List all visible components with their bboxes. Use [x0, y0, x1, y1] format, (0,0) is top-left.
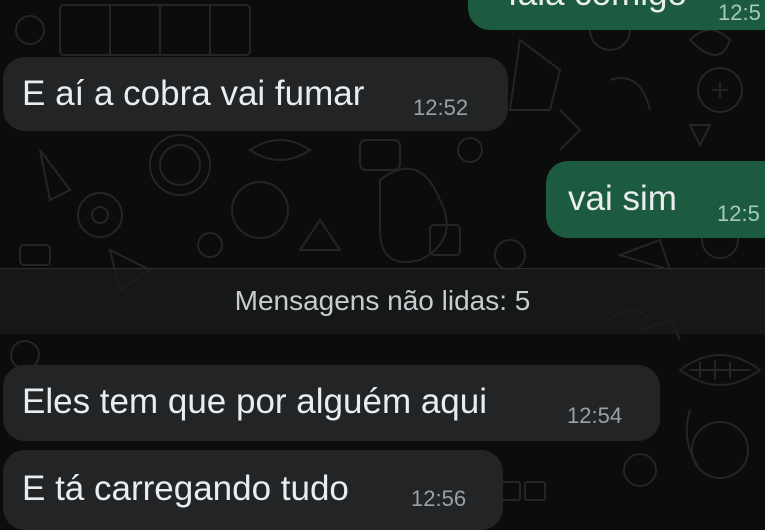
message-bubble-incoming[interactable]: E aí a cobra vai fumar 12:52 [3, 57, 508, 131]
message-text: E tá carregando tudo [22, 469, 349, 508]
unread-messages-divider: Mensagens não lidas: 5 [0, 268, 765, 334]
message-text: E aí a cobra vai fumar [22, 74, 365, 113]
message-text: fala comigo [508, 0, 687, 14]
message-timestamp: 12:5 [717, 201, 760, 226]
message-bubble-incoming[interactable]: Eles tem que por alguém aqui 12:54 [3, 365, 660, 441]
unread-messages-label: Mensagens não lidas: 5 [234, 285, 531, 316]
message-timestamp: 12:56 [411, 486, 467, 511]
message-bubble-outgoing[interactable]: fala comigo 12:5 [468, 0, 765, 30]
message-timestamp: 12:52 [413, 95, 469, 120]
message-bubble-incoming[interactable]: E tá carregando tudo 12:56 [3, 450, 503, 530]
message-text: Eles tem que por alguém aqui [22, 382, 487, 421]
message-bubble-outgoing[interactable]: vai sim 12:5 [546, 161, 765, 238]
message-timestamp: 12:5 [718, 0, 761, 25]
message-timestamp: 12:54 [567, 403, 623, 428]
message-text: vai sim [568, 179, 677, 218]
